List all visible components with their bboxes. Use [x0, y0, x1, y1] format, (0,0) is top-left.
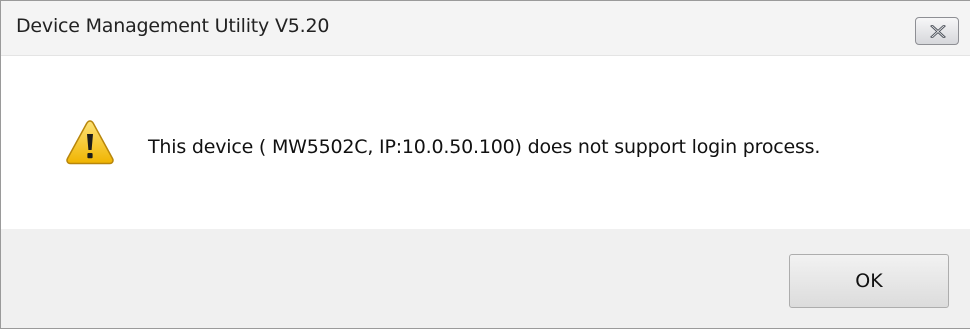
message-dialog: Device Management Utility V5.20 This dev…: [0, 0, 970, 329]
ok-button[interactable]: OK: [789, 254, 949, 308]
button-bar: OK: [1, 229, 970, 328]
window-title: Device Management Utility V5.20: [16, 15, 330, 37]
warning-icon: [66, 120, 114, 165]
title-bar[interactable]: Device Management Utility V5.20: [1, 1, 970, 56]
dialog-content: This device ( MW5502C, IP:10.0.50.100) d…: [1, 56, 970, 229]
close-icon: [930, 25, 946, 38]
dialog-message: This device ( MW5502C, IP:10.0.50.100) d…: [148, 136, 821, 158]
close-button[interactable]: [915, 17, 959, 45]
